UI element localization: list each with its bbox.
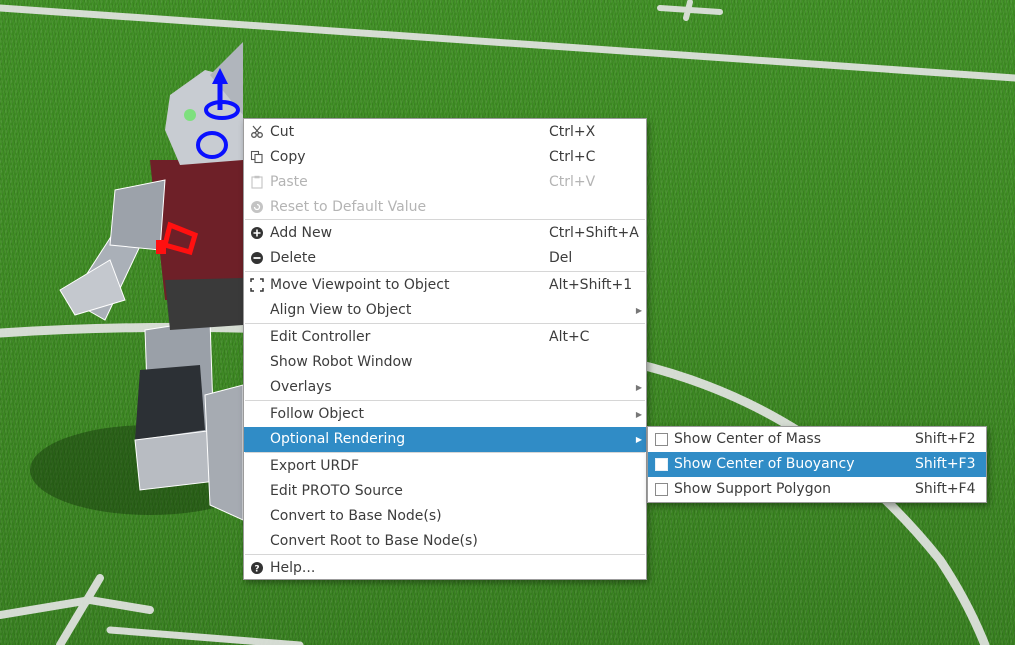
menu-item-label: Edit PROTO Source (270, 483, 403, 499)
submenu-item-center-of-buoyancy[interactable]: Show Center of Buoyancy Shift+F3 (648, 452, 986, 477)
menu-item-add-new[interactable]: Add New Ctrl+Shift+A (244, 221, 646, 246)
menu-item-edit-controller[interactable]: Edit Controller Alt+C (244, 325, 646, 350)
plus-circle-icon (251, 227, 263, 239)
menu-item-help[interactable]: ? Help... (244, 556, 646, 581)
submenu-arrow-icon: ▶ (635, 435, 642, 444)
menu-item-show-robot-window[interactable]: Show Robot Window (244, 350, 646, 375)
menu-separator (245, 452, 645, 453)
menu-item-label: Edit Controller (270, 329, 371, 345)
menu-item-shortcut: Ctrl+X (549, 124, 596, 140)
menu-separator (245, 554, 645, 555)
submenu-arrow-icon: ▶ (635, 410, 642, 419)
submenu-item-shortcut: Shift+F2 (915, 431, 976, 447)
menu-item-label: Overlays (270, 379, 332, 395)
copy-icon (250, 150, 263, 164)
submenu-arrow-icon: ▶ (635, 383, 642, 392)
minus-circle-icon (251, 252, 263, 264)
menu-item-shortcut: Ctrl+V (549, 174, 596, 190)
submenu-item-shortcut: Shift+F3 (915, 456, 976, 472)
menu-separator (245, 323, 645, 324)
menu-separator (245, 219, 645, 220)
help-icon: ? (251, 562, 263, 575)
menu-item-label: Reset to Default Value (270, 199, 427, 215)
menu-separator (245, 400, 645, 401)
menu-item-label: Convert to Base Node(s) (270, 508, 442, 524)
menu-item-label: Show Robot Window (270, 354, 413, 370)
viewpoint-frame-icon (250, 278, 264, 292)
menu-item-label: Paste (270, 174, 308, 190)
submenu-item-label: Show Center of Mass (674, 431, 821, 447)
menu-separator (245, 271, 645, 272)
menu-item-label: Convert Root to Base Node(s) (270, 533, 478, 549)
menu-item-delete[interactable]: Delete Del (244, 246, 646, 271)
checkbox[interactable] (655, 458, 668, 471)
menu-item-label: Cut (270, 124, 295, 140)
reset-icon (251, 201, 263, 213)
menu-item-paste[interactable]: Paste Ctrl+V (244, 170, 646, 195)
scissors-icon (251, 125, 263, 138)
menu-item-convert-base-node[interactable]: Convert to Base Node(s) (244, 504, 646, 529)
menu-item-follow-object[interactable]: Follow Object ▶ (244, 402, 646, 427)
menu-item-copy[interactable]: Copy Ctrl+C (244, 145, 646, 170)
submenu-item-label: Show Support Polygon (674, 481, 832, 497)
menu-item-overlays[interactable]: Overlays ▶ (244, 375, 646, 400)
menu-item-label: Export URDF (270, 458, 360, 474)
menu-item-edit-proto-source[interactable]: Edit PROTO Source (244, 479, 646, 504)
submenu-item-center-of-mass[interactable]: Show Center of Mass Shift+F2 (648, 427, 986, 452)
clipboard-icon (251, 175, 263, 189)
svg-text:?: ? (254, 565, 259, 575)
menu-item-shortcut: Ctrl+Shift+A (549, 225, 639, 241)
submenu-item-support-polygon[interactable]: Show Support Polygon Shift+F4 (648, 477, 986, 502)
menu-item-label: Help... (270, 560, 316, 576)
menu-item-label: Add New (270, 225, 333, 241)
menu-item-optional-rendering[interactable]: Optional Rendering ▶ (244, 427, 646, 452)
checkbox[interactable] (655, 433, 668, 446)
menu-item-label: Align View to Object (270, 302, 412, 318)
menu-item-convert-root-base-node[interactable]: Convert Root to Base Node(s) (244, 529, 646, 554)
menu-item-label: Optional Rendering (270, 431, 406, 447)
menu-item-align-view[interactable]: Align View to Object ▶ (244, 298, 646, 323)
menu-item-label: Follow Object (270, 406, 364, 422)
menu-item-move-viewpoint[interactable]: Move Viewpoint to Object Alt+Shift+1 (244, 273, 646, 298)
checkbox[interactable] (655, 483, 668, 496)
menu-item-cut[interactable]: Cut Ctrl+X (244, 120, 646, 145)
menu-item-shortcut: Ctrl+C (549, 149, 596, 165)
submenu-item-shortcut: Shift+F4 (915, 481, 976, 497)
menu-item-label: Move Viewpoint to Object (270, 277, 450, 293)
menu-item-shortcut: Alt+C (549, 329, 590, 345)
menu-item-reset-default[interactable]: Reset to Default Value (244, 195, 646, 220)
menu-item-label: Copy (270, 149, 306, 165)
submenu-item-label: Show Center of Buoyancy (674, 456, 855, 472)
submenu-arrow-icon: ▶ (635, 306, 642, 315)
context-menu: Cut Ctrl+X Copy Ctrl+C Paste Ctrl+V Rese… (243, 118, 647, 580)
menu-item-shortcut: Del (549, 250, 573, 266)
menu-item-shortcut: Alt+Shift+1 (549, 277, 633, 293)
optional-rendering-submenu: Show Center of Mass Shift+F2 Show Center… (647, 426, 987, 503)
menu-item-label: Delete (270, 250, 316, 266)
menu-item-export-urdf[interactable]: Export URDF (244, 454, 646, 479)
